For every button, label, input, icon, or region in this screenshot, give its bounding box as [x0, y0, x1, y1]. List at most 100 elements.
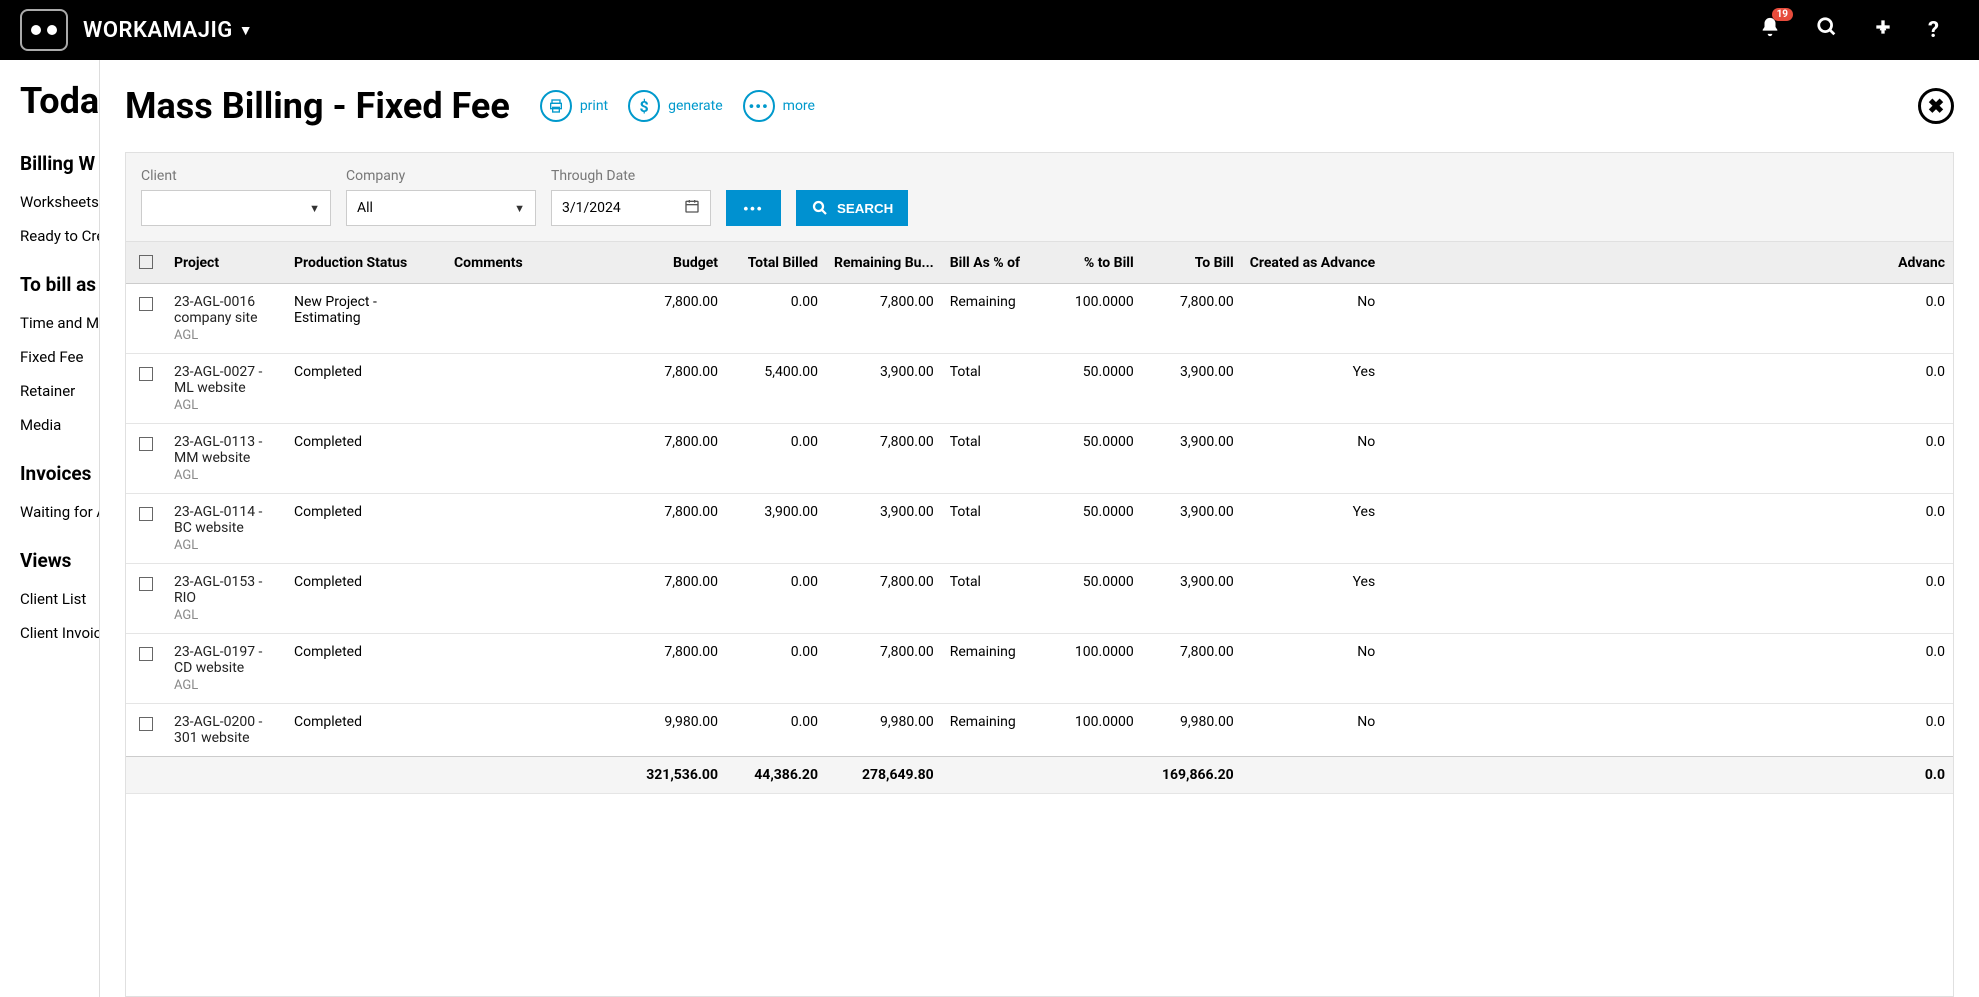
cell-adv: 0.0: [1383, 564, 1953, 634]
col-remaining[interactable]: Remaining Bu...: [826, 242, 942, 284]
row-checkbox[interactable]: [139, 717, 153, 731]
cell-adv: 0.0: [1383, 424, 1953, 494]
cell-adv: 0.0: [1383, 354, 1953, 424]
cell-pct: 100.0000: [1042, 634, 1142, 704]
cell-total-billed: 0.00: [726, 704, 826, 757]
table-row[interactable]: 23-AGL-0200 - 301 website Completed 9,98…: [126, 704, 1953, 757]
cell-budget: 9,980.00: [626, 704, 726, 757]
table-row[interactable]: 23-AGL-0016 company siteAGL New Project …: [126, 284, 1953, 354]
col-advance[interactable]: Created as Advance: [1242, 242, 1384, 284]
cell-adv: 0.0: [1383, 634, 1953, 704]
chevron-down-icon[interactable]: ▼: [239, 22, 253, 39]
through-date-input[interactable]: 3/1/2024: [551, 190, 711, 226]
table-row[interactable]: 23-AGL-0114 - BC websiteAGL Completed 7,…: [126, 494, 1953, 564]
app-name[interactable]: WORKAMAJIG: [83, 18, 233, 43]
cell-budget: 7,800.00: [626, 354, 726, 424]
cell-total-billed: 0.00: [726, 634, 826, 704]
cell-to-bill: 9,980.00: [1142, 704, 1242, 757]
more-button[interactable]: ••• more: [743, 90, 815, 122]
cell-comments: [446, 354, 626, 424]
notifications-icon[interactable]: 19: [1759, 16, 1781, 44]
row-checkbox[interactable]: [139, 577, 153, 591]
row-checkbox[interactable]: [139, 297, 153, 311]
sidebar-item[interactable]: Retainer: [20, 382, 99, 400]
cell-advance: No: [1242, 284, 1384, 354]
row-checkbox[interactable]: [139, 647, 153, 661]
project-client: AGL: [174, 678, 278, 693]
generate-button[interactable]: $ generate: [628, 90, 723, 122]
sidebar-item[interactable]: Fixed Fee: [20, 348, 99, 366]
cell-status: New Project - Estimating: [286, 284, 446, 354]
sidebar-heading: Billing W: [20, 152, 99, 175]
company-label: Company: [346, 168, 536, 184]
search-button[interactable]: SEARCH: [796, 190, 908, 226]
table-row[interactable]: 23-AGL-0153 - RIOAGL Completed 7,800.00 …: [126, 564, 1953, 634]
sidebar-item[interactable]: Time and Ma: [20, 314, 99, 332]
sidebar-item[interactable]: Client List: [20, 590, 99, 608]
cell-bill-as: Total: [942, 494, 1042, 564]
cell-bill-as: Remaining: [942, 704, 1042, 757]
sidebar-item[interactable]: Client Invoic: [20, 624, 99, 642]
filter-more-button[interactable]: •••: [726, 190, 781, 226]
print-button[interactable]: print: [540, 90, 608, 122]
sidebar-item[interactable]: Waiting for A: [20, 503, 99, 521]
col-status[interactable]: Production Status: [286, 242, 446, 284]
col-to-bill[interactable]: To Bill: [1142, 242, 1242, 284]
cell-pct: 100.0000: [1042, 284, 1142, 354]
cell-bill-as: Remaining: [942, 634, 1042, 704]
cell-advance: Yes: [1242, 354, 1384, 424]
table-row[interactable]: 23-AGL-0027 - ML websiteAGL Completed 7,…: [126, 354, 1953, 424]
cell-to-bill: 3,900.00: [1142, 424, 1242, 494]
top-bar: WORKAMAJIG ▼ 19 ?: [0, 0, 1979, 60]
cell-to-bill: 7,800.00: [1142, 634, 1242, 704]
col-project[interactable]: Project: [166, 242, 286, 284]
cell-advance: No: [1242, 704, 1384, 757]
through-date-label: Through Date: [551, 168, 711, 184]
select-all-checkbox[interactable]: [139, 255, 153, 269]
col-comments[interactable]: Comments: [446, 242, 626, 284]
app-logo[interactable]: [20, 9, 68, 51]
project-name: 23-AGL-0200 - 301 website: [174, 714, 278, 746]
cell-bill-as: Total: [942, 564, 1042, 634]
cell-status: Completed: [286, 704, 446, 757]
dollar-icon: $: [628, 90, 660, 122]
client-select[interactable]: ▼: [141, 190, 331, 226]
billing-table: Project Production Status Comments Budge…: [126, 242, 1953, 794]
cell-pct: 50.0000: [1042, 424, 1142, 494]
row-checkbox[interactable]: [139, 507, 153, 521]
sidebar-item[interactable]: Media: [20, 416, 99, 434]
search-icon: [811, 199, 829, 217]
sidebar-item[interactable]: Ready to Cre: [20, 227, 99, 245]
cell-pct: 50.0000: [1042, 354, 1142, 424]
sidebar-item[interactable]: Worksheets: [20, 193, 99, 211]
cell-pct: 50.0000: [1042, 564, 1142, 634]
project-client: AGL: [174, 398, 278, 413]
row-checkbox[interactable]: [139, 437, 153, 451]
cell-to-bill: 3,900.00: [1142, 494, 1242, 564]
col-bill-as[interactable]: Bill As % of: [942, 242, 1042, 284]
cell-total-billed: 5,400.00: [726, 354, 826, 424]
close-button[interactable]: ✖: [1918, 88, 1954, 124]
add-icon[interactable]: [1873, 17, 1893, 43]
cell-bill-as: Total: [942, 354, 1042, 424]
cell-to-bill: 7,800.00: [1142, 284, 1242, 354]
table-row[interactable]: 23-AGL-0113 - MM websiteAGL Completed 7,…: [126, 424, 1953, 494]
col-total-billed[interactable]: Total Billed: [726, 242, 826, 284]
search-icon[interactable]: [1816, 16, 1838, 44]
cell-bill-as: Total: [942, 424, 1042, 494]
project-name: 23-AGL-0114 - BC website: [174, 504, 278, 536]
row-checkbox[interactable]: [139, 367, 153, 381]
project-name: 23-AGL-0027 - ML website: [174, 364, 278, 396]
cell-to-bill: 3,900.00: [1142, 564, 1242, 634]
cell-comments: [446, 494, 626, 564]
cell-remaining: 9,980.00: [826, 704, 942, 757]
col-budget[interactable]: Budget: [626, 242, 726, 284]
table-row[interactable]: 23-AGL-0197 - CD websiteAGL Completed 7,…: [126, 634, 1953, 704]
company-select[interactable]: All ▼: [346, 190, 536, 226]
col-advanc[interactable]: Advanc: [1383, 242, 1953, 284]
col-pct-to-bill[interactable]: % to Bill: [1042, 242, 1142, 284]
help-icon[interactable]: ?: [1928, 18, 1939, 43]
client-label: Client: [141, 168, 331, 184]
filter-bar: Client ▼ Company All ▼ Through Date 3/1/…: [125, 152, 1954, 242]
content-panel: Mass Billing - Fixed Fee print $ generat…: [100, 60, 1979, 997]
